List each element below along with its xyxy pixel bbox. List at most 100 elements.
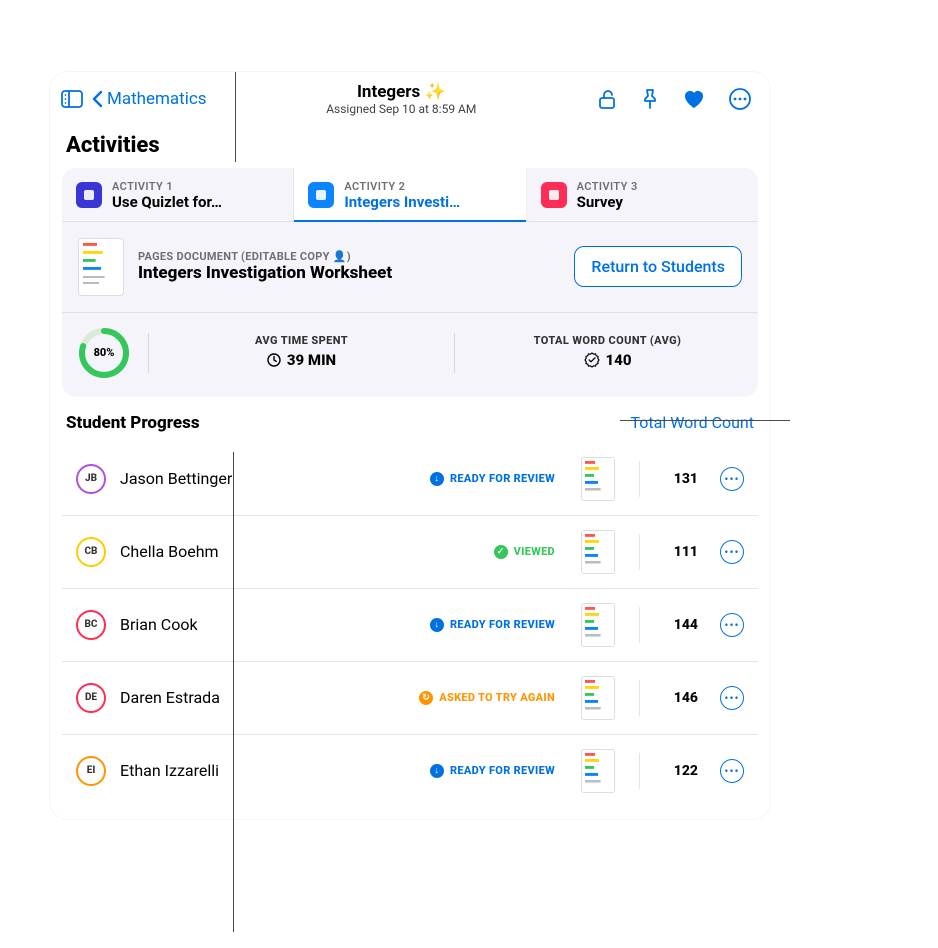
seal-check-icon [584, 352, 600, 368]
stats-row: 80% AVG TIME SPENT 39 MIN TOTAL WORD COU… [62, 313, 758, 397]
divider [639, 461, 640, 497]
document-thumbnail[interactable] [78, 238, 124, 296]
status-badge: ✓ VIEWED [494, 545, 555, 559]
word-count-cell: 122 [664, 763, 698, 779]
page-subtitle: Assigned Sep 10 at 8:59 AM [213, 102, 590, 116]
word-count-cell: 131 [664, 471, 698, 487]
status-text: READY FOR REVIEW [450, 618, 555, 631]
status-badge: ↻ ASKED TO TRY AGAIN [419, 691, 555, 705]
activity-name: Survey [577, 193, 638, 211]
row-more-button[interactable]: ••• [720, 759, 744, 783]
activity-caption: ACTIVITY 1 [112, 180, 222, 193]
sidebar-toggle-icon[interactable] [58, 87, 86, 111]
avg-time-value: 39 MIN [287, 351, 336, 369]
divider [148, 333, 149, 373]
more-icon[interactable] [728, 87, 752, 111]
student-row[interactable]: CB Chella Boehm ✓ VIEWED 111 ••• [62, 516, 758, 589]
document-title: Integers Investigation Worksheet [138, 263, 392, 283]
clock-icon [267, 353, 281, 367]
status-icon: ✓ [494, 545, 508, 559]
activity-app-icon [308, 182, 334, 208]
status-icon: ↓ [430, 764, 444, 778]
status-icon: ↻ [419, 691, 433, 705]
divider [639, 607, 640, 643]
activity-tab-1[interactable]: ACTIVITY 1 Use Quizlet for… [62, 168, 294, 221]
student-name: Ethan Izzarelli [120, 761, 219, 780]
row-more-button[interactable]: ••• [720, 686, 744, 710]
return-to-students-button[interactable]: Return to Students [574, 246, 742, 287]
submission-thumbnail[interactable] [581, 603, 615, 647]
section-title: Activities [50, 127, 770, 168]
annotation-line-bottom [233, 452, 234, 932]
student-row[interactable]: BC Brian Cook ↓ READY FOR REVIEW 144 ••• [62, 589, 758, 662]
lock-icon[interactable] [596, 88, 618, 110]
student-avatar: BC [76, 610, 106, 640]
student-avatar: DE [76, 683, 106, 713]
word-count-cell: 146 [664, 690, 698, 706]
row-more-button[interactable]: ••• [720, 540, 744, 564]
status-text: VIEWED [514, 545, 555, 558]
total-word-count-link[interactable]: Total Word Count [631, 413, 754, 432]
divider [454, 333, 455, 373]
annotation-line-top [235, 72, 236, 162]
activity-tab-3[interactable]: ACTIVITY 3 Survey [527, 168, 758, 221]
page-title: Integers ✨ [213, 82, 590, 102]
activity-caption: ACTIVITY 3 [577, 180, 638, 193]
divider [639, 680, 640, 716]
word-count-cell: 144 [664, 617, 698, 633]
student-avatar: CB [76, 537, 106, 567]
pin-icon[interactable] [640, 88, 660, 110]
status-badge: ↓ READY FOR REVIEW [430, 472, 555, 486]
annotation-line-right [620, 420, 790, 421]
activity-name: Use Quizlet for… [112, 193, 222, 211]
student-row[interactable]: DE Daren Estrada ↻ ASKED TO TRY AGAIN 14… [62, 662, 758, 735]
favorite-icon[interactable] [682, 88, 706, 110]
app-window: Mathematics Integers ✨ Assigned Sep 10 a… [50, 72, 770, 819]
avg-time-caption: AVG TIME SPENT [167, 334, 436, 347]
status-badge: ↓ READY FOR REVIEW [430, 618, 555, 632]
word-count-value: 140 [606, 351, 632, 369]
student-progress-title: Student Progress [66, 413, 200, 433]
status-badge: ↓ READY FOR REVIEW [430, 764, 555, 778]
submission-thumbnail[interactable] [581, 749, 615, 793]
student-name: Chella Boehm [120, 542, 219, 561]
activity-tab-2[interactable]: ACTIVITY 2 Integers Investi… [294, 168, 526, 221]
nav-header: Mathematics Integers ✨ Assigned Sep 10 a… [50, 72, 770, 127]
row-more-button[interactable]: ••• [720, 467, 744, 491]
activity-name: Integers Investi… [344, 193, 460, 211]
row-more-button[interactable]: ••• [720, 613, 744, 637]
progress-pct-label: 80% [78, 327, 130, 379]
student-avatar: EI [76, 756, 106, 786]
activity-app-icon [76, 182, 102, 208]
activities-panel: ACTIVITY 1 Use Quizlet for… ACTIVITY 2 I… [62, 168, 758, 397]
status-icon: ↓ [430, 472, 444, 486]
student-row[interactable]: EI Ethan Izzarelli ↓ READY FOR REVIEW 12… [62, 735, 758, 807]
submission-thumbnail[interactable] [581, 676, 615, 720]
activity-tabs: ACTIVITY 1 Use Quizlet for… ACTIVITY 2 I… [62, 168, 758, 222]
submission-thumbnail[interactable] [581, 457, 615, 501]
status-text: READY FOR REVIEW [450, 472, 555, 485]
student-name: Jason Bettinger [120, 469, 232, 488]
activity-caption: ACTIVITY 2 [344, 180, 460, 193]
status-text: ASKED TO TRY AGAIN [439, 691, 555, 704]
student-name: Daren Estrada [120, 688, 220, 707]
divider [639, 753, 640, 789]
status-text: READY FOR REVIEW [450, 764, 555, 777]
document-row: PAGES DOCUMENT (EDITABLE COPY 👤) Integer… [62, 222, 758, 313]
student-row[interactable]: JB Jason Bettinger ↓ READY FOR REVIEW 13… [62, 443, 758, 516]
chevron-left-icon [92, 90, 103, 108]
activity-app-icon [541, 182, 567, 208]
student-avatar: JB [76, 464, 106, 494]
student-name: Brian Cook [120, 615, 198, 634]
word-count-caption: TOTAL WORD COUNT (AVG) [473, 334, 742, 347]
back-label: Mathematics [107, 89, 207, 109]
word-count-cell: 111 [664, 544, 698, 560]
document-caption: PAGES DOCUMENT (EDITABLE COPY 👤) [138, 250, 392, 263]
student-progress-header: Student Progress Total Word Count [50, 409, 770, 443]
status-icon: ↓ [430, 618, 444, 632]
submission-thumbnail[interactable] [581, 530, 615, 574]
progress-ring: 80% [78, 327, 130, 379]
back-button[interactable]: Mathematics [92, 89, 207, 109]
divider [639, 534, 640, 570]
student-list: JB Jason Bettinger ↓ READY FOR REVIEW 13… [62, 443, 758, 807]
